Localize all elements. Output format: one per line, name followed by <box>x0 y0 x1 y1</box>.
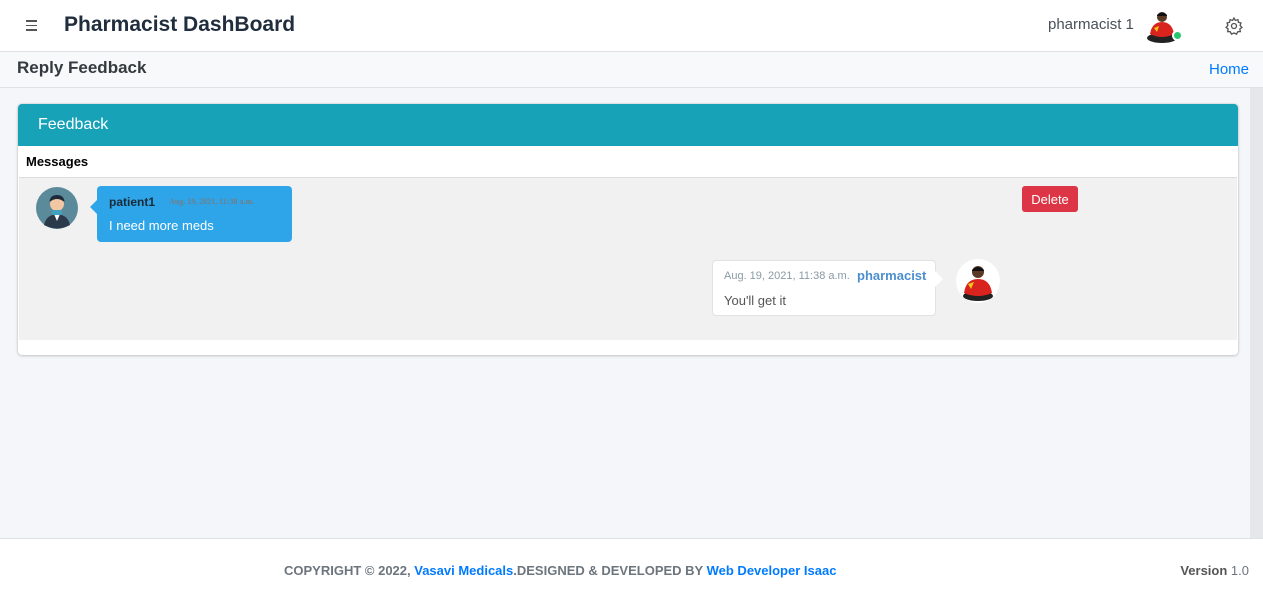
message-timestamp: Aug. 19, 2021, 11:38 a.m. <box>724 270 850 282</box>
message-sender-name: pharmacist <box>857 268 927 283</box>
developer-link[interactable]: Web Developer Isaac <box>707 563 837 578</box>
breadcrumb-home-link[interactable]: Home <box>1209 61 1249 78</box>
online-status-dot <box>1172 30 1183 41</box>
message-text: You'll get it <box>724 293 786 308</box>
messages-label: Messages <box>26 154 89 169</box>
hamburger-menu-icon[interactable] <box>22 14 44 36</box>
outgoing-message-bubble: Aug. 19, 2021, 11:38 a.m. pharmacist You… <box>712 260 943 316</box>
pharmacist-avatar-icon <box>956 259 1000 303</box>
chat-messages-area: patient1 Aug. 19, 2021, 11:38 a.m. I nee… <box>19 177 1237 340</box>
version-info: Version 1.0 <box>1180 563 1249 578</box>
content-header: Reply Feedback Home <box>0 52 1263 88</box>
card-title: Feedback <box>38 116 109 133</box>
vertical-scrollbar[interactable] <box>1250 88 1263 538</box>
message-sender-name: patient1 <box>109 195 156 209</box>
message-text: I need more meds <box>109 218 214 233</box>
gear-icon[interactable] <box>1224 16 1244 36</box>
app-title: Pharmacist DashBoard <box>64 13 296 36</box>
delete-button[interactable]: Delete <box>1022 186 1078 212</box>
footer-copyright: COPYRIGHT © 2022, Vasavi Medicals.DESIGN… <box>284 563 837 578</box>
user-name[interactable]: pharmacist 1 <box>1048 16 1134 33</box>
page-title: Reply Feedback <box>17 58 147 77</box>
top-navbar: Pharmacist DashBoard pharmacist 1 <box>0 0 1263 52</box>
patient-avatar-icon <box>36 187 78 229</box>
company-link[interactable]: Vasavi Medicals <box>414 563 513 578</box>
card-header: Feedback <box>18 104 1238 146</box>
footer: COPYRIGHT © 2022, Vasavi Medicals.DESIGN… <box>0 538 1263 594</box>
incoming-message-bubble: patient1 Aug. 19, 2021, 11:38 a.m. I nee… <box>90 186 292 242</box>
feedback-card: Feedback Messages patient1 Aug. 19, 2021… <box>18 104 1238 355</box>
message-timestamp: Aug. 19, 2021, 11:38 a.m. <box>169 197 255 206</box>
